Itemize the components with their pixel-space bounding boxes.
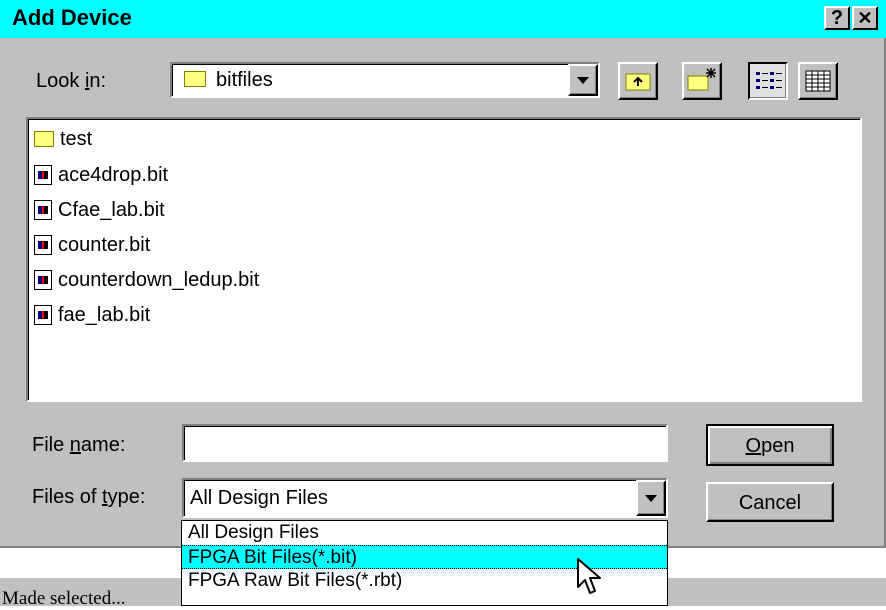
look-in-dropdown-arrow[interactable] — [568, 64, 598, 96]
file-name: counterdown_ledup.bit — [58, 268, 260, 291]
file-name: test — [60, 127, 93, 150]
look-in-label: Look in: — [36, 70, 107, 92]
bit-file-icon — [34, 165, 52, 185]
open-button[interactable]: Open — [706, 424, 834, 466]
title-bar[interactable]: Add Device ? ✕ — [0, 0, 886, 38]
list-item[interactable]: test — [34, 125, 92, 153]
help-button[interactable]: ? — [824, 6, 850, 30]
file-name: ace4drop.bit — [58, 163, 169, 186]
up-folder-icon — [625, 73, 651, 91]
files-of-type-value: All Design Files — [190, 487, 328, 509]
file-name: fae_lab.bit — [58, 303, 151, 326]
list-view-button[interactable] — [748, 62, 788, 100]
list-item[interactable]: fae_lab.bit — [34, 301, 150, 329]
look-in-value: bitfiles — [216, 69, 273, 91]
add-device-dialog: Add Device ? ✕ Look in: bitfiles test ac… — [0, 0, 886, 546]
window-title: Add Device — [12, 5, 132, 30]
open-button-label: Open — [745, 435, 795, 457]
new-folder-icon — [687, 68, 716, 91]
list-item[interactable]: ace4drop.bit — [34, 161, 168, 189]
bit-file-icon — [34, 270, 52, 290]
up-one-level-button[interactable] — [618, 62, 658, 100]
details-view-button[interactable] — [798, 62, 838, 100]
folder-icon — [34, 131, 54, 147]
new-folder-button[interactable] — [682, 62, 722, 100]
cancel-button[interactable]: Cancel — [706, 482, 834, 522]
file-name-label: File name: — [32, 434, 126, 456]
list-item[interactable]: counter.bit — [34, 231, 150, 259]
list-view-icon — [756, 72, 782, 89]
file-name-input[interactable] — [182, 424, 668, 462]
bit-file-icon — [34, 200, 52, 220]
look-in-combobox[interactable]: bitfiles — [170, 62, 600, 98]
list-item[interactable]: Cfae_lab.bit — [34, 196, 165, 224]
dropdown-option[interactable]: All Design Files — [182, 521, 667, 545]
bit-file-icon — [34, 305, 52, 325]
details-view-icon — [805, 70, 831, 92]
folder-icon — [184, 71, 206, 87]
file-name: counter.bit — [58, 233, 151, 256]
files-of-type-combobox[interactable]: All Design Files — [182, 478, 668, 518]
background-text: Made selected... — [2, 588, 126, 609]
files-of-type-dropdown-arrow[interactable] — [636, 480, 666, 516]
file-list[interactable]: test ace4drop.bit Cfae_lab.bit counter.b… — [26, 117, 862, 402]
mouse-cursor-icon — [577, 558, 601, 594]
close-button[interactable]: ✕ — [852, 6, 878, 30]
file-name: Cfae_lab.bit — [58, 198, 165, 221]
bit-file-icon — [34, 235, 52, 255]
cancel-button-label: Cancel — [738, 492, 802, 514]
list-item[interactable]: counterdown_ledup.bit — [34, 266, 259, 294]
files-of-type-label: Files of type: — [32, 486, 146, 508]
